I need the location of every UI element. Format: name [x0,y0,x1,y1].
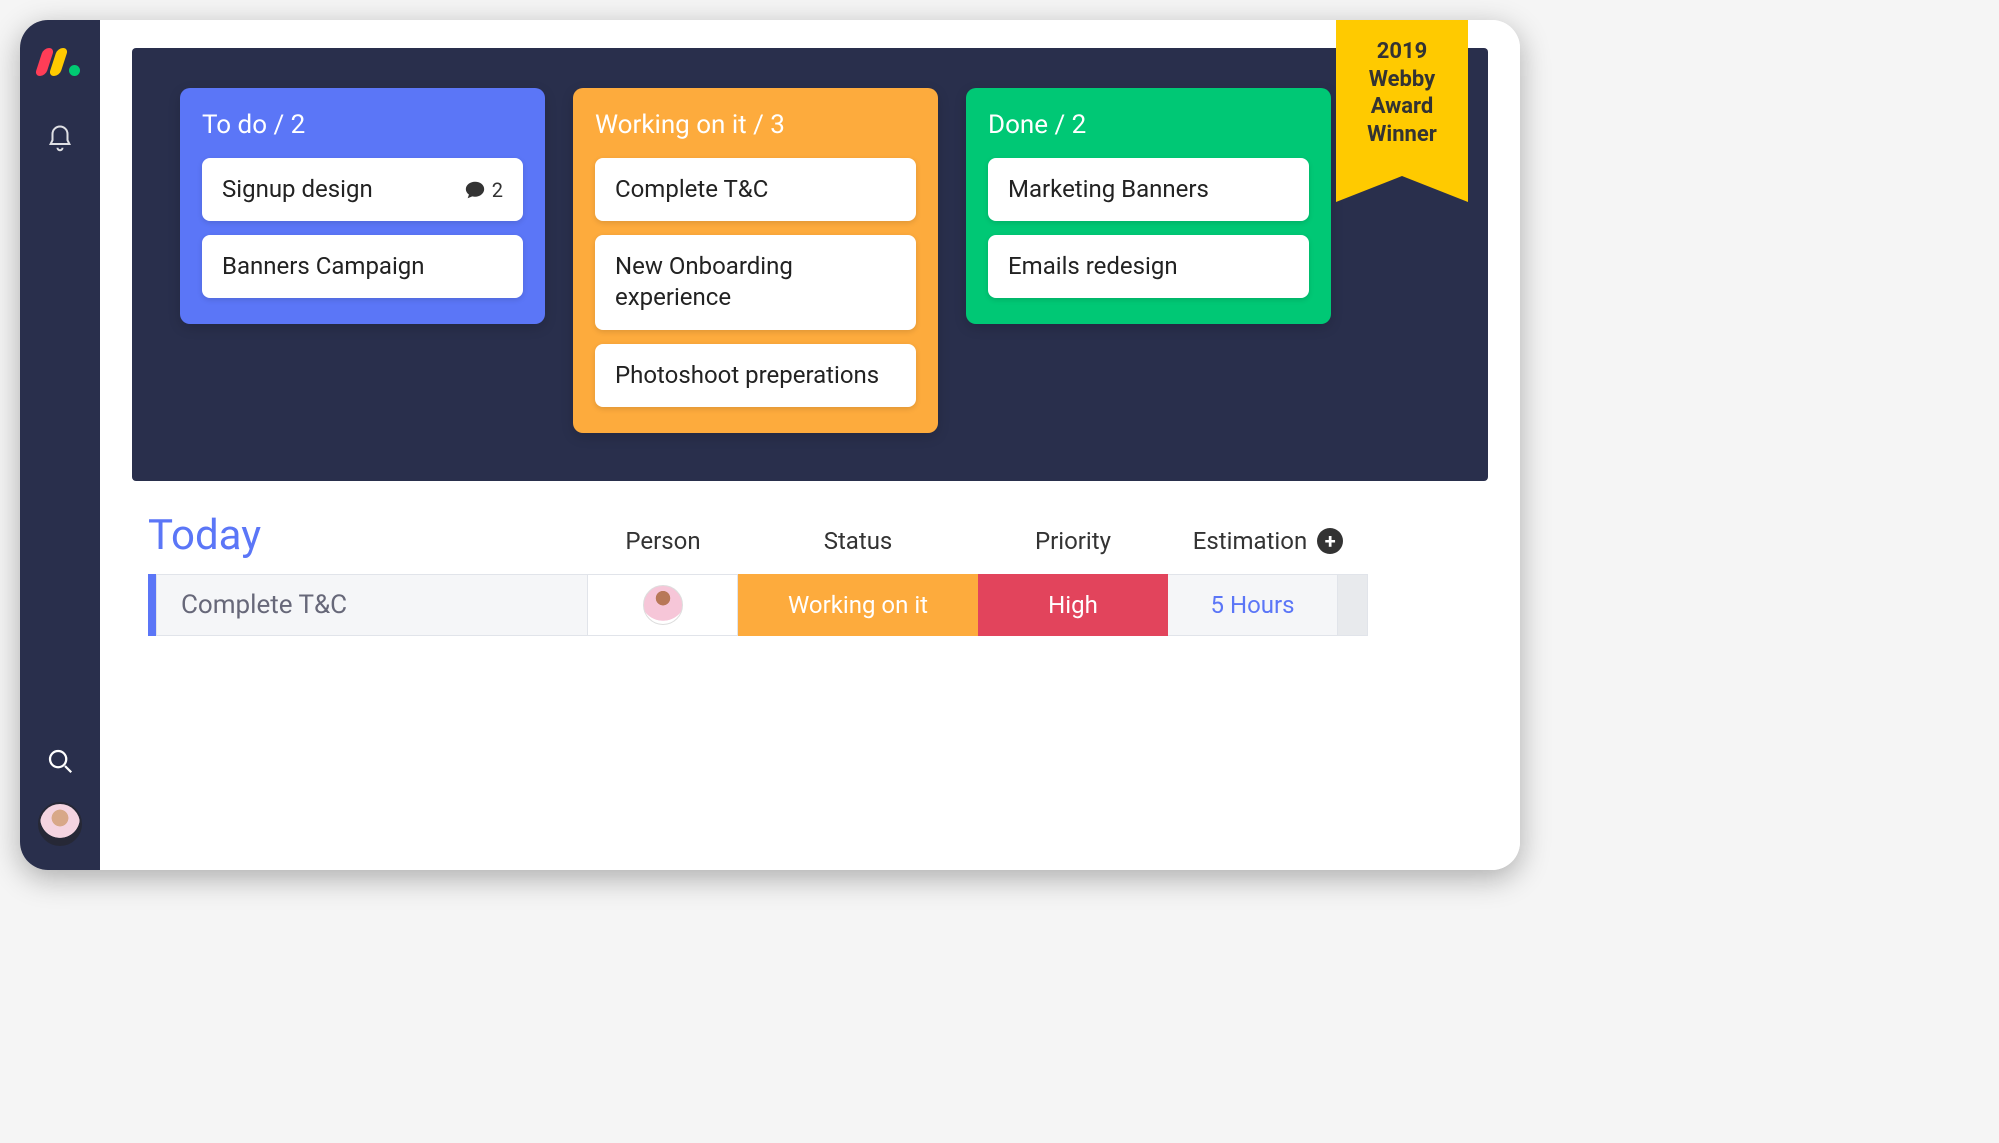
row-accent [148,574,156,636]
row-task-name[interactable]: Complete T&C [156,574,588,636]
column-header: To do / 2 [202,110,523,140]
col-header-status: Status [738,527,978,555]
sidebar [20,20,100,870]
col-header-person: Person [588,527,738,555]
ribbon-text: Winner [1344,121,1460,149]
comment-icon [464,179,486,201]
monday-logo-icon [39,48,81,76]
assignee-avatar[interactable] [643,585,683,625]
card[interactable]: Emails redesign [988,235,1309,298]
card[interactable]: Marketing Banners [988,158,1309,221]
app-window: 2019 Webby Award Winner To do / 2 Signup… [20,20,1520,870]
notifications-icon[interactable] [45,124,75,158]
row-person-cell[interactable] [588,574,738,636]
card[interactable]: Complete T&C [595,158,916,221]
card-title: Signup design [222,174,373,205]
card-comments[interactable]: 2 [464,177,503,203]
row-priority-cell[interactable]: High [978,574,1168,636]
card[interactable]: New Onboarding experience [595,235,916,329]
card[interactable]: Banners Campaign [202,235,523,298]
card-title: Marketing Banners [1008,174,1209,205]
row-end-cell [1338,574,1368,636]
user-avatar[interactable] [38,802,82,846]
search-icon[interactable] [45,746,75,780]
card-title: Emails redesign [1008,251,1178,282]
kanban-board: To do / 2 Signup design 2 Banners Campai… [132,48,1488,481]
today-title: Today [148,511,588,560]
card[interactable]: Signup design 2 [202,158,523,221]
comment-count: 2 [492,177,503,203]
column-done[interactable]: Done / 2 Marketing Banners Emails redesi… [966,88,1331,324]
ribbon-text: 2019 [1344,38,1460,66]
table-row[interactable]: Complete T&C Working on it High 5 Hours [148,574,1472,636]
col-header-priority: Priority [978,527,1168,555]
main-content: 2019 Webby Award Winner To do / 2 Signup… [100,20,1520,870]
ribbon-text: Webby [1344,66,1460,94]
add-column-button[interactable]: + [1317,528,1343,554]
column-todo[interactable]: To do / 2 Signup design 2 Banners Campai… [180,88,545,324]
card-title: Complete T&C [615,174,768,205]
award-ribbon: 2019 Webby Award Winner [1336,20,1468,176]
row-status-cell[interactable]: Working on it [738,574,978,636]
column-working[interactable]: Working on it / 3 Complete T&C New Onboa… [573,88,938,433]
today-section: Today Person Status Priority Estimation … [100,505,1520,636]
col-header-estimation: Estimation + [1168,527,1368,555]
column-header: Working on it / 3 [595,110,916,140]
card[interactable]: Photoshoot preperations [595,344,916,407]
ribbon-text: Award [1344,93,1460,121]
card-title: Photoshoot preperations [615,360,879,391]
row-estimation-cell[interactable]: 5 Hours [1168,574,1338,636]
card-title: New Onboarding experience [615,251,896,313]
card-title: Banners Campaign [222,251,425,282]
today-header-row: Today Person Status Priority Estimation … [148,511,1472,560]
column-header: Done / 2 [988,110,1309,140]
